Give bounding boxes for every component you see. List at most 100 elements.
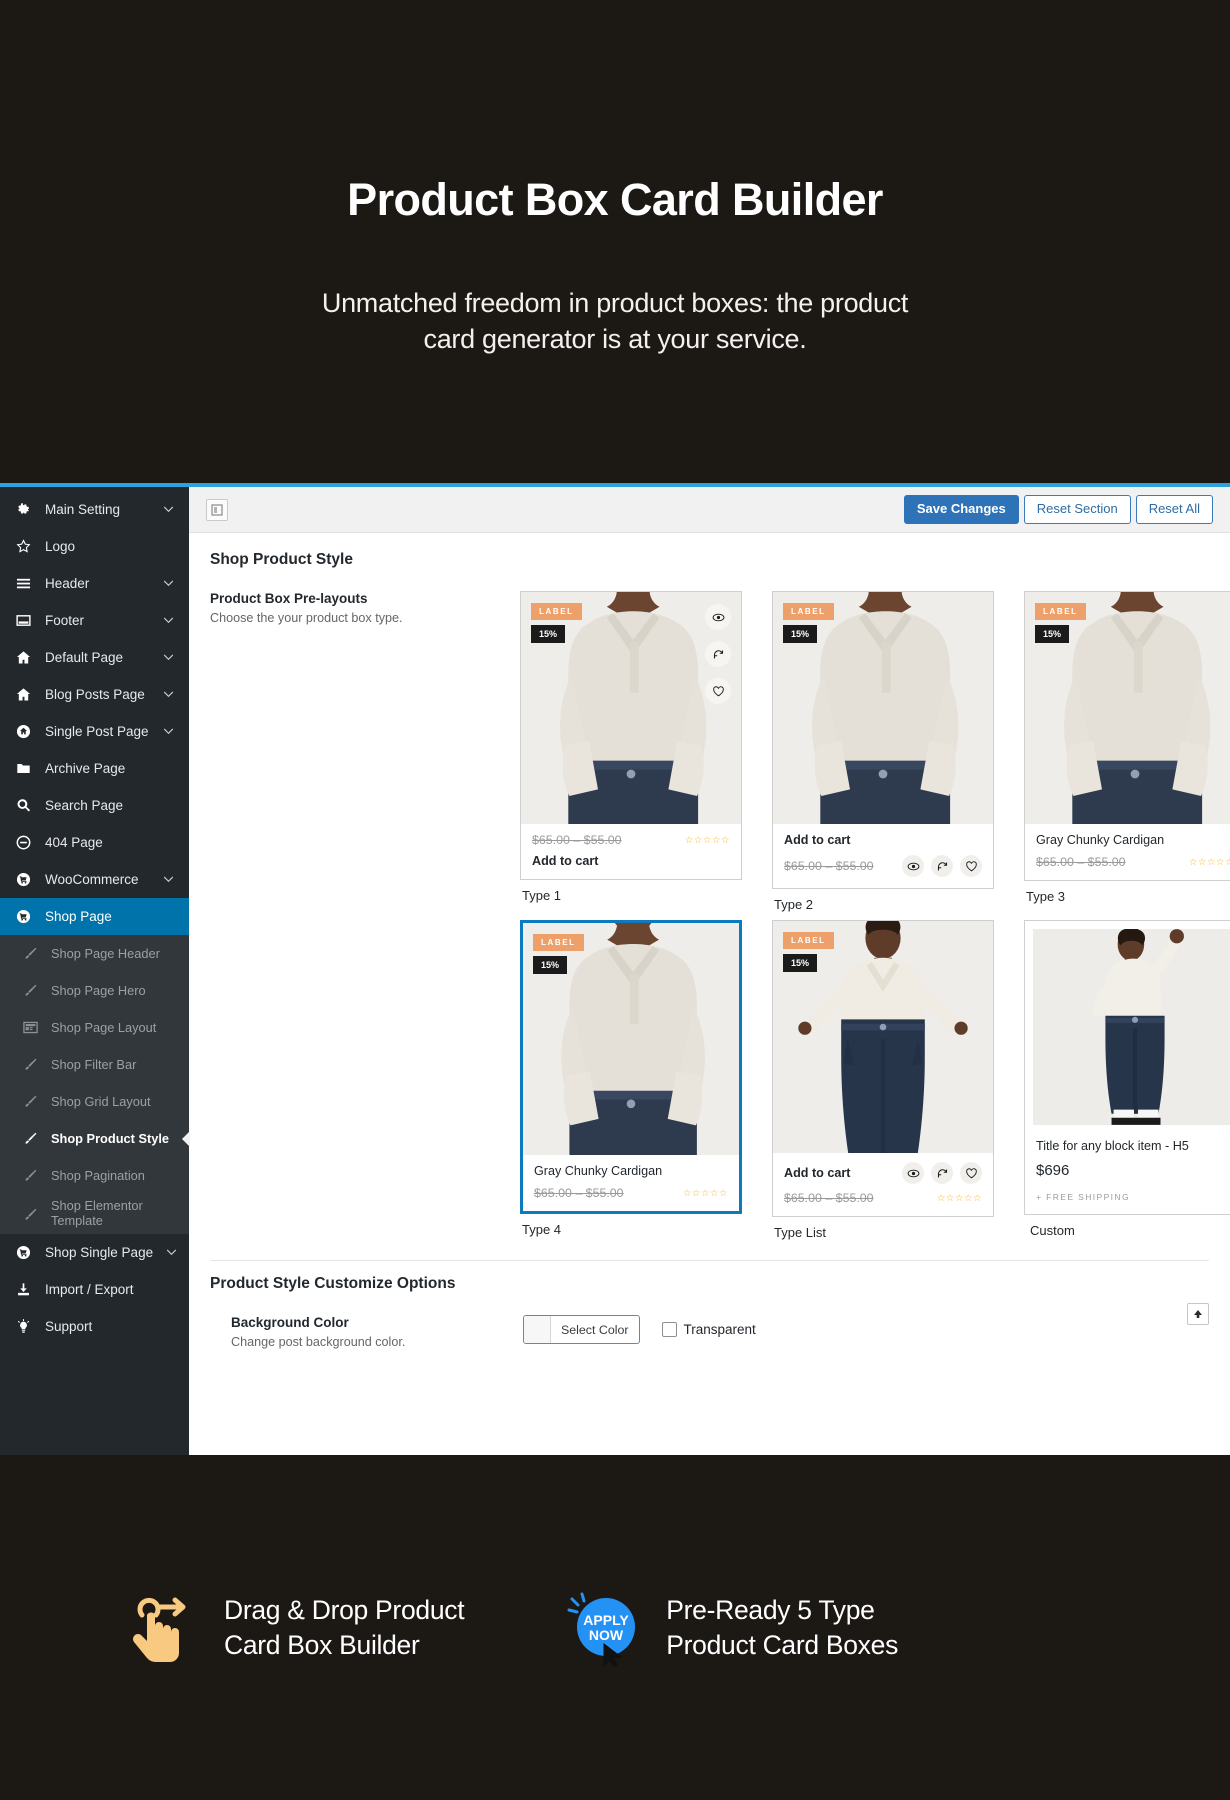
card-badges: LABEL 15%	[1035, 601, 1086, 643]
sidebar-item-support[interactable]: Support	[0, 1308, 189, 1345]
sidebar-item-blog-posts-page[interactable]: Blog Posts Page	[0, 676, 189, 713]
prelayout-card-type-list[interactable]: LABEL 15% Add to cart $65.00 – $55.00 ☆☆☆☆☆ T…	[772, 920, 994, 1240]
customize-heading: Product Style Customize Options	[210, 1275, 456, 1292]
card-badges: LABEL 15%	[533, 932, 584, 974]
sidebar-item-404-page[interactable]: 404 Page	[0, 824, 189, 861]
chevron-down-icon[interactable]	[162, 576, 176, 592]
chevron-down-icon[interactable]	[162, 687, 176, 703]
svg-text:NOW: NOW	[589, 1627, 624, 1643]
product-card-preview[interactable]: LABEL 15% Add to cart $65.00 – $55.00 ☆☆☆☆☆	[772, 920, 994, 1217]
add-to-cart-button[interactable]: Add to cart	[784, 1166, 850, 1180]
prelayouts-cards-col: LABEL 15% $65.00 – $55.00 ☆☆☆☆☆ Add to cart T…	[520, 591, 1230, 1240]
reset-all-button[interactable]: Reset All	[1135, 495, 1213, 524]
product-card-preview[interactable]: LABEL 15% Gray Chunky Cardigan $65.00 – $55…	[520, 920, 742, 1214]
sidebar-item-label: Shop Product Style	[51, 1131, 170, 1146]
card-product-image: LABEL 15%	[1025, 592, 1230, 824]
card-rating: ☆☆☆☆☆	[1188, 856, 1230, 868]
transparent-checkbox[interactable]	[661, 1322, 677, 1337]
page-root: Product Box Card Builder Unmatched freed…	[0, 0, 1230, 1800]
sidebar-item-default-page[interactable]: Default Page	[0, 639, 189, 676]
sidebar-item-shop-page-layout[interactable]: Shop Page Layout	[0, 1009, 189, 1046]
feature-pre-ready: APPLY NOW Pre-Ready 5 Type Product Card …	[564, 1589, 899, 1668]
sidebar-item-shop-elementor-template[interactable]: Shop Elementor Template	[0, 1194, 189, 1234]
prelayout-card-type-2[interactable]: LABEL 15% Add to cart $65.00 – $55.00 Type 2	[772, 591, 994, 912]
badge-discount: 15%	[783, 954, 818, 972]
sidebar-item-footer[interactable]: Footer	[0, 602, 189, 639]
product-card-preview[interactable]: LABEL 15% $65.00 – $55.00 ☆☆☆☆☆ Add to cart	[520, 591, 742, 880]
sidebar-item-shop-single-page[interactable]: Shop Single Page	[0, 1234, 189, 1271]
card-product-image: LABEL 15%	[773, 592, 993, 824]
sidebar-item-label: Blog Posts Page	[45, 687, 145, 702]
sidebar-item-main-setting[interactable]: Main Setting	[0, 491, 189, 528]
heart-icon[interactable]	[960, 1162, 982, 1184]
feature-drag-drop: Drag & Drop Product Card Box Builder	[122, 1589, 465, 1667]
chevron-down-icon[interactable]	[162, 872, 176, 888]
sidebar-item-label: Logo	[45, 539, 76, 554]
prelayout-cards-grid: LABEL 15% $65.00 – $55.00 ☆☆☆☆☆ Add to cart T…	[520, 591, 1230, 1240]
toolbar-buttons: Save Changes Reset Section Reset All	[903, 495, 1213, 524]
sidebar-item-header[interactable]: Header	[0, 565, 189, 602]
card-action-icons	[902, 1162, 982, 1184]
chevron-down-icon[interactable]	[162, 724, 176, 740]
cart-circle-icon	[13, 872, 33, 887]
badge-discount: 15%	[533, 956, 568, 974]
sidebar-item-woocommerce[interactable]: WooCommerce	[0, 861, 189, 898]
page-title: Product Box Card Builder	[347, 174, 883, 225]
badge-label: LABEL	[783, 932, 834, 949]
chevron-down-icon[interactable]	[162, 613, 176, 629]
card-price: $65.00 – $55.00	[784, 1191, 874, 1205]
eye-icon[interactable]	[902, 1162, 924, 1184]
sidebar-item-label: Footer	[45, 613, 85, 628]
brush-icon	[20, 1094, 40, 1109]
sidebar-item-import-export[interactable]: Import / Export	[0, 1271, 189, 1308]
sidebar-item-logo[interactable]: Logo	[0, 528, 189, 565]
color-swatch[interactable]	[524, 1316, 551, 1343]
sidebar-item-shop-product-style[interactable]: Shop Product Style	[0, 1120, 189, 1157]
add-to-cart-button[interactable]: Add to cart	[532, 854, 730, 868]
compare-icon[interactable]	[705, 641, 731, 667]
sidebar-item-search-page[interactable]: Search Page	[0, 787, 189, 824]
custom-product-card[interactable]: Title for any block item - H5 $696 + FREE …	[1024, 920, 1230, 1215]
prelayout-card-type-4[interactable]: LABEL 15% Gray Chunky Cardigan $65.00 – $55…	[520, 920, 742, 1240]
feature-2-line-2: Product Card Boxes	[666, 1629, 899, 1660]
bulb-icon	[13, 1319, 33, 1334]
scroll-to-top-icon-2[interactable]	[1187, 1303, 1209, 1325]
sidebar-item-shop-grid-layout[interactable]: Shop Grid Layout	[0, 1083, 189, 1120]
sidebar-item-shop-page-hero[interactable]: Shop Page Hero	[0, 972, 189, 1009]
prelayout-card-type-1[interactable]: LABEL 15% $65.00 – $55.00 ☆☆☆☆☆ Add to cart T…	[520, 591, 742, 912]
prelayout-card-type-3[interactable]: LABEL 15% Gray Chunky Cardigan $65.00 – $55…	[1024, 591, 1230, 912]
product-card-preview[interactable]: LABEL 15% Add to cart $65.00 – $55.00	[772, 591, 994, 889]
home-icon	[13, 650, 33, 665]
eye-icon[interactable]	[705, 604, 731, 630]
chevron-down-icon[interactable]	[162, 650, 176, 666]
heart-icon[interactable]	[960, 855, 982, 877]
card-action-icons	[902, 855, 982, 877]
select-color-button[interactable]: Select Color	[551, 1316, 639, 1343]
card-rating: ☆☆☆☆☆	[684, 834, 730, 846]
expand-panel-icon[interactable]	[206, 498, 228, 521]
heart-icon[interactable]	[705, 678, 731, 704]
card-price: $65.00 – $55.00	[532, 833, 622, 847]
sidebar-item-single-post-page[interactable]: Single Post Page	[0, 713, 189, 750]
compare-icon[interactable]	[931, 1162, 953, 1184]
compare-icon[interactable]	[931, 855, 953, 877]
card-rating: ☆☆☆☆☆	[936, 1192, 982, 1204]
eye-icon[interactable]	[902, 855, 924, 877]
card-body: $65.00 – $55.00 ☆☆☆☆☆ Add to cart	[521, 824, 741, 879]
product-card-preview[interactable]: LABEL 15% Gray Chunky Cardigan $65.00 – $55…	[1024, 591, 1230, 881]
card-caption: Custom	[1030, 1223, 1075, 1238]
sidebar-item-label: Shop Page Hero	[51, 983, 146, 998]
save-changes-button[interactable]: Save Changes	[903, 495, 1019, 524]
prelayout-card-custom[interactable]: Title for any block item - H5 $696 + FREE …	[1024, 920, 1230, 1240]
add-to-cart-button[interactable]: Add to cart	[784, 833, 982, 847]
color-picker[interactable]: Select Color	[523, 1315, 640, 1344]
sidebar-item-shop-page[interactable]: Shop Page	[0, 898, 189, 935]
chevron-down-icon[interactable]	[165, 1245, 179, 1261]
reset-section-button[interactable]: Reset Section	[1023, 495, 1131, 524]
chevron-down-icon[interactable]	[162, 502, 176, 518]
sidebar-item-shop-page-header[interactable]: Shop Page Header	[0, 935, 189, 972]
transparent-toggle[interactable]: Transparent	[661, 1322, 756, 1337]
sidebar-item-shop-filter-bar[interactable]: Shop Filter Bar	[0, 1046, 189, 1083]
sidebar-item-shop-pagination[interactable]: Shop Pagination	[0, 1157, 189, 1194]
sidebar-item-archive-page[interactable]: Archive Page	[0, 750, 189, 787]
